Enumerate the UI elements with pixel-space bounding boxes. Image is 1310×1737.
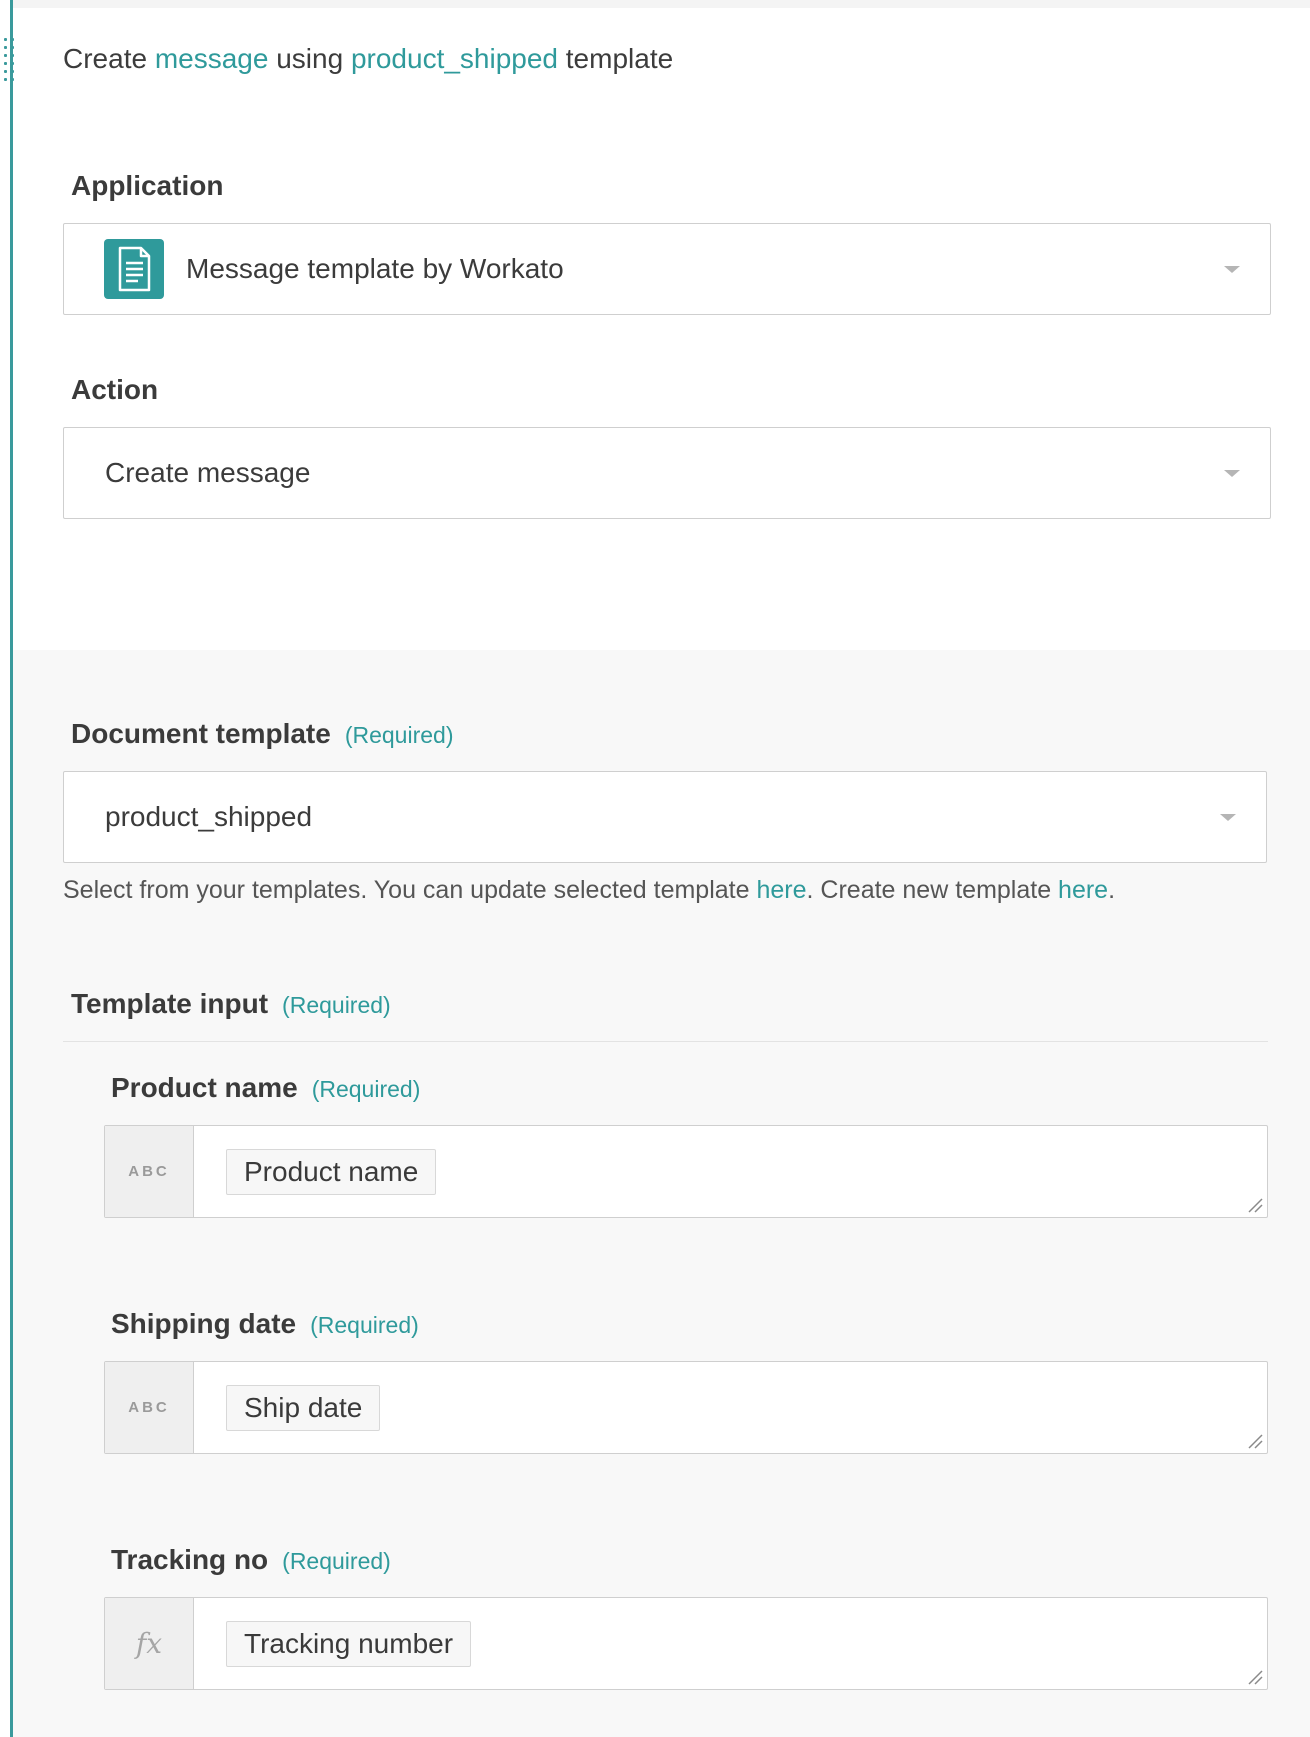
document-template-value: product_shipped: [105, 801, 313, 832]
hint-text: . Create new template: [806, 876, 1059, 904]
product-name-label: Product name (Required): [111, 1072, 420, 1104]
required-marker: (Required): [282, 992, 391, 1018]
top-border: [12, 0, 1310, 8]
hint-text: Select from your templates. You can upda…: [63, 876, 757, 904]
document-template-label-text: Document template: [71, 718, 331, 749]
action-label: Action: [71, 374, 159, 405]
step-title-suffix: template: [558, 43, 674, 74]
template-input-label-text: Template input: [71, 988, 269, 1019]
datapill-tracking-number[interactable]: Tracking number: [226, 1621, 472, 1667]
product-name-label-text: Product name: [111, 1072, 298, 1103]
document-icon: [104, 239, 164, 299]
step-title-prefix: Create: [63, 43, 155, 74]
drag-handle-icon[interactable]: [4, 38, 18, 86]
update-template-link[interactable]: here: [756, 876, 806, 904]
tracking-no-field[interactable]: fx Tracking number: [104, 1597, 1268, 1690]
formula-mode-icon[interactable]: fx: [105, 1598, 194, 1689]
tracking-no-label: Tracking no (Required): [111, 1544, 391, 1576]
shipping-date-label: Shipping date (Required): [111, 1308, 419, 1340]
action-value: Create message: [105, 457, 311, 488]
required-marker: (Required): [344, 722, 454, 748]
datapill-ship-date[interactable]: Ship date: [226, 1385, 381, 1431]
field-type-abc: ABC: [105, 1126, 194, 1217]
section-divider: [63, 1041, 1268, 1042]
step-title-template[interactable]: product_shipped: [351, 43, 558, 74]
hint-text: .: [1108, 876, 1116, 904]
application-label: Application: [71, 170, 224, 201]
step-title-middle: using: [268, 43, 351, 74]
resize-handle-icon[interactable]: [1247, 1197, 1263, 1213]
chevron-down-icon[interactable]: [1224, 266, 1240, 273]
product-name-field[interactable]: ABC Product name: [104, 1125, 1268, 1218]
chevron-down-icon[interactable]: [1220, 814, 1236, 821]
shipping-date-field[interactable]: ABC Ship date: [104, 1361, 1268, 1454]
application-value: Message template by Workato: [186, 253, 564, 284]
document-template-label: Document template (Required): [71, 718, 453, 750]
datapill-product-name[interactable]: Product name: [226, 1149, 437, 1195]
resize-handle-icon[interactable]: [1247, 1669, 1263, 1685]
chevron-down-icon[interactable]: [1224, 470, 1240, 477]
required-marker: (Required): [311, 1076, 421, 1102]
shipping-date-label-text: Shipping date: [111, 1308, 297, 1339]
recipe-step-panel: Create message using product_shipped tem…: [0, 0, 1310, 1737]
field-type-abc: ABC: [105, 1362, 194, 1453]
required-marker: (Required): [310, 1312, 419, 1338]
application-select[interactable]: Message template by Workato: [63, 223, 1271, 315]
required-marker: (Required): [282, 1548, 391, 1574]
create-template-link[interactable]: here: [1058, 876, 1108, 904]
document-template-hint: Select from your templates. You can upda…: [63, 876, 1115, 905]
document-template-select[interactable]: product_shipped: [63, 771, 1267, 863]
step-title: Create message using product_shipped tem…: [63, 43, 673, 75]
step-title-object[interactable]: message: [155, 43, 269, 74]
tracking-no-label-text: Tracking no: [111, 1544, 269, 1575]
resize-handle-icon[interactable]: [1247, 1433, 1263, 1449]
action-select[interactable]: Create message: [63, 427, 1271, 519]
template-input-label: Template input (Required): [71, 988, 391, 1020]
